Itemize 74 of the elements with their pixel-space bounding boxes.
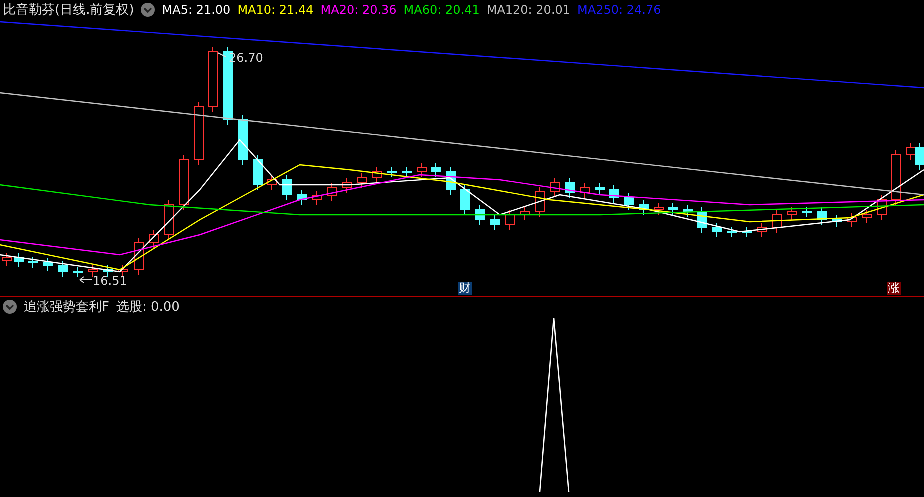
arrow-icon [80, 276, 92, 284]
candlestick [862, 210, 872, 224]
candlestick [757, 222, 767, 238]
candlestick [14, 252, 24, 268]
dropdown-icon[interactable] [141, 3, 156, 17]
candlestick [28, 256, 38, 268]
event-marker[interactable]: 财 [458, 282, 472, 295]
moving-average-legend: MA5: 21.00 [162, 3, 231, 17]
candlestick [194, 102, 204, 166]
candlestick [238, 114, 248, 166]
candlestick [88, 264, 98, 278]
candlestick [787, 206, 797, 220]
candlestick [282, 174, 292, 200]
candlestick [697, 206, 707, 234]
candlestick [580, 182, 590, 198]
chart-title: 比音勒芬(日线.前复权) [3, 2, 134, 19]
candlestick [772, 210, 782, 234]
candlestick [683, 204, 693, 218]
candlestick [460, 184, 470, 216]
candlestick [446, 166, 456, 196]
leader-line [218, 52, 226, 58]
candlestick [342, 178, 352, 194]
candlestick [877, 194, 887, 220]
candlestick [297, 190, 307, 206]
candlestick [520, 206, 530, 220]
candlestick [372, 166, 382, 184]
candlestick [267, 174, 277, 190]
candlestick [357, 172, 367, 188]
candlestick [103, 264, 113, 278]
moving-average-legend: MA10: 21.44 [238, 3, 314, 17]
candlestick [490, 214, 500, 230]
dropdown-icon[interactable] [3, 300, 17, 314]
candlestick [535, 186, 545, 218]
candlestick [624, 192, 634, 210]
candlestick [253, 154, 263, 190]
candlestick [595, 182, 605, 196]
candlestick [475, 204, 485, 226]
candlestick [417, 162, 427, 178]
candlestick [639, 200, 649, 216]
moving-average-legend: MA120: 20.01 [486, 3, 571, 17]
candlestick [505, 210, 515, 230]
candlestick [891, 150, 901, 206]
candlestick [802, 206, 812, 218]
candlestick [654, 202, 664, 216]
candlestick [208, 46, 218, 112]
candlestick [43, 258, 53, 272]
candlestick [817, 206, 827, 226]
candlestick [312, 190, 322, 206]
candlestick [668, 202, 678, 216]
candlestick [431, 162, 441, 178]
candlestick [149, 230, 159, 248]
candlestick [565, 178, 575, 198]
candlestick [73, 266, 83, 278]
candlestick [832, 214, 842, 228]
candlestick [609, 184, 619, 204]
indicator-value: 选股: 0.00 [116, 299, 180, 316]
low-price-label: 16.51 [93, 274, 128, 288]
event-marker[interactable]: 涨 [887, 282, 901, 295]
candlestick [712, 222, 722, 238]
moving-average-legend: MA20: 20.36 [320, 3, 397, 17]
candlestick [327, 182, 337, 202]
candlestick [550, 178, 560, 198]
moving-average-legend: MA60: 20.41 [404, 3, 480, 17]
candlestick [58, 260, 68, 278]
candlestick [847, 212, 857, 228]
candlestick [118, 264, 128, 278]
candlestick [402, 166, 412, 178]
candlestick [387, 166, 397, 178]
candlestick [742, 226, 752, 238]
candlestick [179, 154, 189, 210]
candlestick [164, 200, 174, 240]
indicator-title: 追涨强势套利F [24, 299, 110, 316]
candlestick [727, 226, 737, 238]
moving-average-legend: MA250: 24.76 [578, 3, 662, 17]
